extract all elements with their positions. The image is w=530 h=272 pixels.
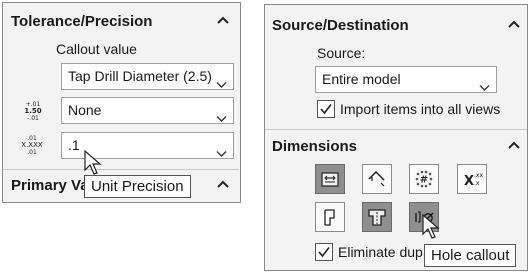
svg-text:#: # (420, 175, 428, 186)
precision-icon-middle: X.XXX (21, 141, 43, 149)
section-title-tolerance-precision: Tolerance/Precision (11, 13, 153, 30)
mouse-pointer-icon (84, 149, 102, 181)
section-title-dimensions: Dimensions (272, 138, 358, 155)
source-destination-panel: Source/Destination Source: Entire model … (264, 4, 528, 271)
unit-precision-selected: .1 (68, 137, 80, 153)
import-all-views-label: Import items into all views (340, 101, 501, 117)
section-divider (265, 129, 527, 130)
mouse-pointer-icon (422, 213, 440, 245)
collapse-chevron-up-icon[interactable] (507, 140, 523, 156)
section-title-primary-value: Primary Va (11, 177, 89, 194)
source-selected: Entire model (322, 71, 401, 87)
tolerance-precision-panel: Tolerance/Precision Callout value Tap Dr… (2, 2, 241, 203)
svg-text:X: X (464, 174, 474, 189)
collapse-chevron-up-icon[interactable] (507, 19, 523, 35)
precision-icon-bottom: .01 (27, 149, 37, 156)
tolerance-icon-lower: -.01 (27, 115, 39, 122)
chevron-down-icon (216, 72, 227, 97)
hole-wizard-locations-icon (324, 209, 335, 226)
callout-value-label: Callout value (56, 41, 137, 57)
chevron-down-icon (216, 106, 227, 131)
chevron-down-icon (479, 75, 490, 100)
import-all-views-checkbox[interactable] (317, 100, 335, 118)
not-marked-for-drawing-icon (368, 170, 385, 187)
eliminate-duplicates-label: Eliminate dup (338, 244, 423, 260)
hole-callout-tooltip: Hole callout (424, 244, 517, 267)
eliminate-duplicates-checkbox[interactable] (315, 243, 333, 261)
tolerance-dimensions-icon: X .xx .x (464, 172, 483, 189)
unit-precision-icon: .01 X.XXX .01 (19, 135, 45, 156)
hole-wizard-profile-button[interactable] (362, 202, 392, 232)
hole-wizard-locations-button[interactable] (315, 202, 345, 232)
collapse-chevron-up-icon[interactable] (216, 179, 232, 195)
not-marked-for-drawing-button[interactable] (362, 164, 392, 194)
instance-count-button[interactable]: # (409, 164, 439, 194)
svg-text:.xx: .xx (474, 172, 483, 179)
section-divider (3, 169, 239, 170)
svg-text:.x: .x (474, 180, 480, 187)
dimension-marked-for-drawing-icon (321, 172, 339, 187)
tolerance-type-selected: None (68, 102, 102, 118)
hole-wizard-profile-icon (368, 209, 386, 226)
tolerance-icon-nominal: 1.50 (24, 107, 42, 115)
source-label: Source: (317, 45, 366, 61)
tolerance-type-dropdown[interactable]: None (61, 97, 234, 124)
collapse-chevron-up-icon[interactable] (216, 15, 232, 31)
instance-count-icon: # (415, 170, 433, 188)
source-dropdown[interactable]: Entire model (315, 66, 497, 93)
tolerance-type-icon: +.01 1.50 -.01 (21, 101, 45, 122)
tolerance-dimensions-button[interactable]: X .xx .x (457, 164, 487, 194)
section-title-source-destination: Source/Destination (272, 17, 409, 34)
dimension-marked-for-drawing-button[interactable] (315, 164, 345, 194)
callout-value-dropdown[interactable]: Tap Drill Diameter (2.5) (61, 63, 234, 90)
chevron-down-icon (216, 141, 227, 166)
callout-value-selected: Tap Drill Diameter (2.5) (68, 68, 212, 84)
